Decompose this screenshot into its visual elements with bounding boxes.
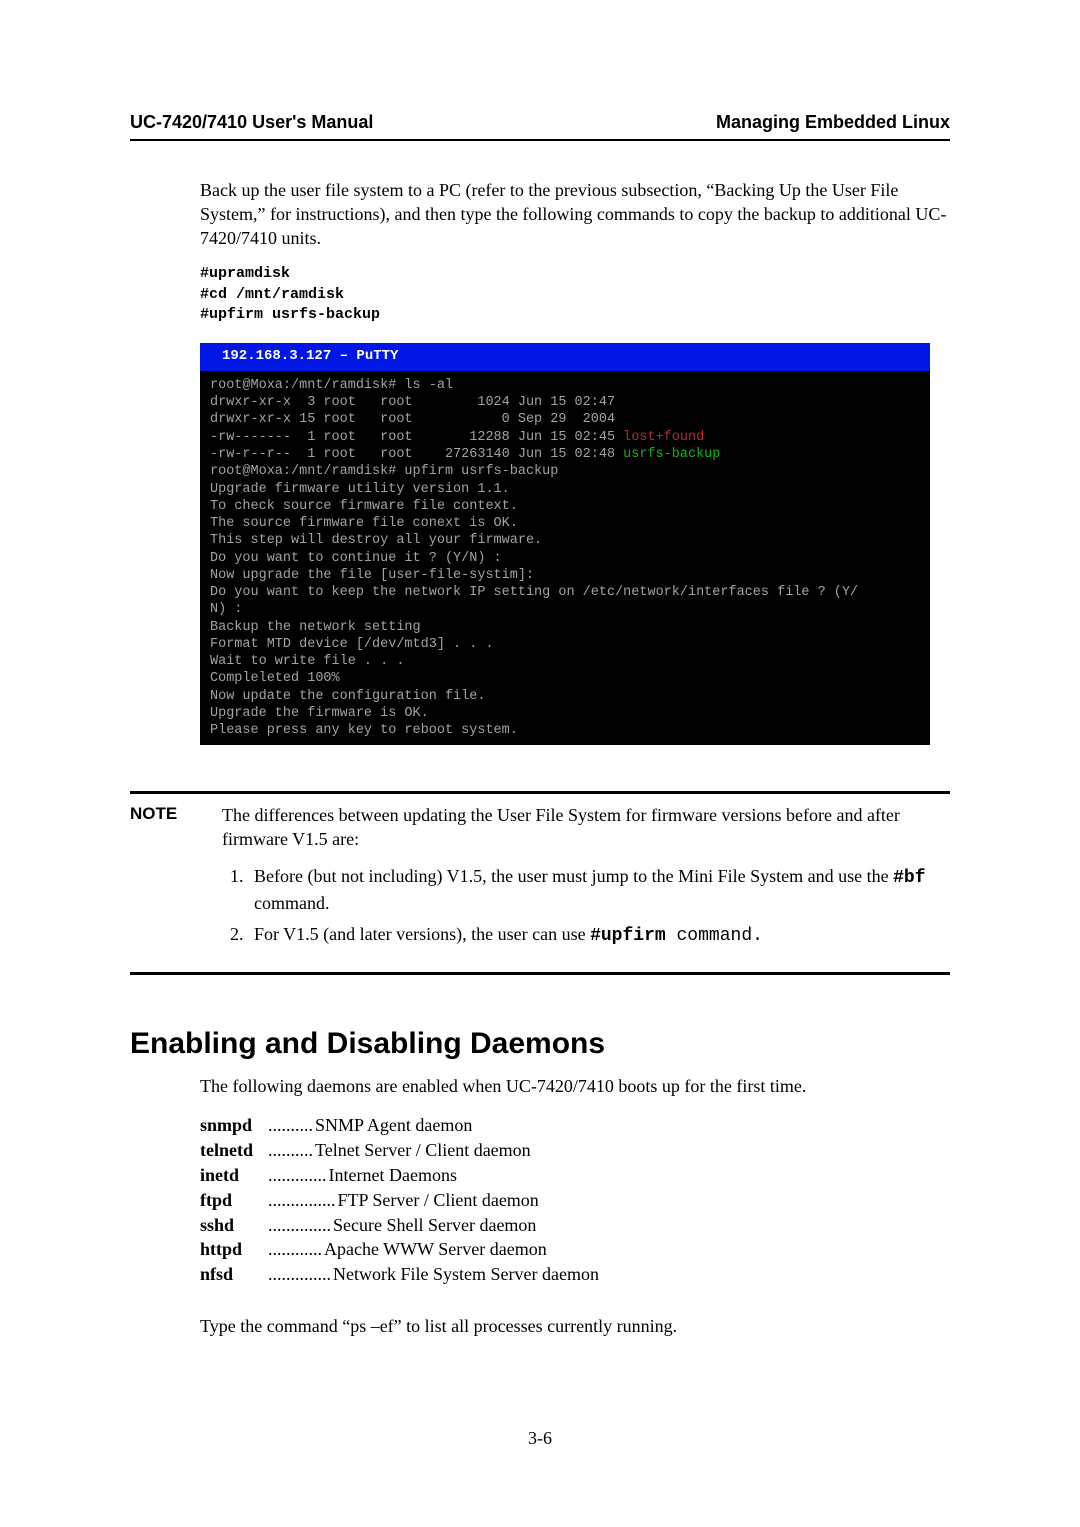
daemon-desc: Telnet Server / Client daemon (315, 1138, 531, 1163)
note-text: The differences between updating the Use… (222, 804, 950, 954)
daemon-desc: Network File System Server daemon (333, 1262, 599, 1287)
note-list-item: For V1.5 (and later versions), the user … (248, 922, 950, 949)
daemon-row: snmpd ..........SNMP Agent daemon (200, 1113, 950, 1138)
daemon-name: nfsd (200, 1262, 266, 1287)
daemon-name: telnetd (200, 1138, 266, 1163)
daemon-dots: .......... (266, 1113, 315, 1138)
daemon-row: inetd .............Internet Daemons (200, 1163, 950, 1188)
daemon-dots: .............. (266, 1213, 333, 1238)
terminal-body: root@Moxa:/mnt/ramdisk# ls -al drwxr-xr-… (200, 371, 930, 746)
daemon-dots: .............. (266, 1262, 333, 1287)
terminal-window: 192.168.3.127 – PuTTY root@Moxa:/mnt/ram… (200, 343, 930, 745)
terminal-titlebar: 192.168.3.127 – PuTTY (200, 343, 930, 371)
daemon-dots: ............... (266, 1188, 338, 1213)
daemon-dots: ............. (266, 1163, 329, 1188)
daemon-row: telnetd ..........Telnet Server / Client… (200, 1138, 950, 1163)
daemon-name: snmpd (200, 1113, 266, 1138)
note-lead: The differences between updating the Use… (222, 804, 950, 852)
daemon-dots: .......... (266, 1138, 315, 1163)
note-list-item: Before (but not including) V1.5, the use… (248, 864, 950, 916)
note-label: NOTE (130, 804, 222, 954)
daemon-name: ftpd (200, 1188, 266, 1213)
intro-paragraph: Back up the user file system to a PC (re… (130, 179, 950, 250)
note-rule-bot (130, 972, 950, 975)
daemon-name: httpd (200, 1237, 266, 1262)
final-paragraph: Type the command “ps –ef” to list all pr… (130, 1315, 950, 1339)
daemon-row: nfsd ..............Network File System S… (200, 1262, 950, 1287)
daemon-desc: Apache WWW Server daemon (324, 1237, 547, 1262)
note-rule-top (130, 791, 950, 794)
page-number: 3-6 (0, 1428, 1080, 1449)
note-list: Before (but not including) V1.5, the use… (222, 864, 950, 948)
daemon-dots: ............ (266, 1237, 324, 1262)
section-paragraph: The following daemons are enabled when U… (130, 1075, 950, 1099)
header-right: Managing Embedded Linux (716, 112, 950, 133)
header-rule (130, 139, 950, 141)
daemon-row: sshd ..............Secure Shell Server d… (200, 1213, 950, 1238)
daemon-desc: SNMP Agent daemon (315, 1113, 472, 1138)
daemon-name: sshd (200, 1213, 266, 1238)
daemon-desc: Secure Shell Server daemon (333, 1213, 536, 1238)
inline-commands: #upramdisk #cd /mnt/ramdisk #upfirm usrf… (130, 264, 950, 325)
daemon-desc: Internet Daemons (329, 1163, 457, 1188)
daemon-name: inetd (200, 1163, 266, 1188)
daemon-desc: FTP Server / Client daemon (338, 1188, 539, 1213)
daemon-row: httpd ............Apache WWW Server daem… (200, 1237, 950, 1262)
header-left: UC-7420/7410 User's Manual (130, 112, 373, 133)
daemon-row: ftpd...............FTP Server / Client d… (200, 1188, 950, 1213)
daemon-table: snmpd ..........SNMP Agent daemontelnetd… (130, 1113, 950, 1287)
section-heading: Enabling and Disabling Daemons (130, 1027, 950, 1061)
